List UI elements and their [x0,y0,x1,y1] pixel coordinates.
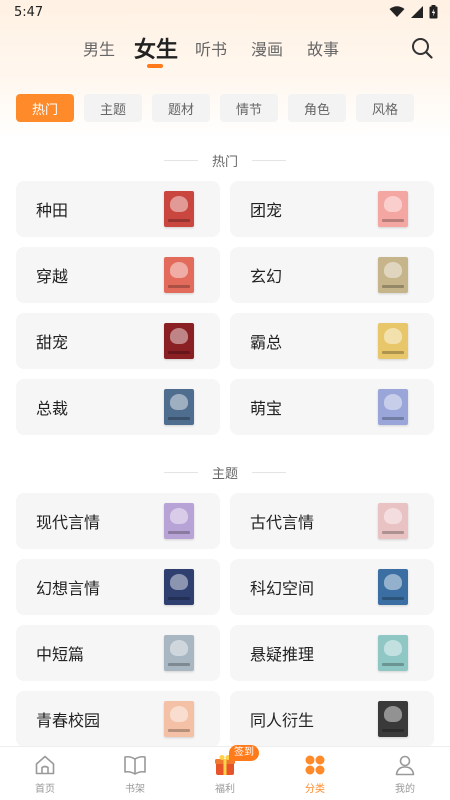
bottom-nav-bookshelf[interactable]: 书架 [105,753,165,797]
category-card[interactable]: 幻想言情 [16,559,220,615]
category-card[interactable]: 同人衍生 [230,691,434,747]
battery-icon [429,5,438,19]
category-label: 甜宠 [36,333,69,352]
status-time: 5:47 [14,4,44,20]
book-cover-thumbnail [378,635,408,671]
section-title-theme: 主题 [0,462,450,482]
book-cover-thumbnail [378,569,408,605]
bottom-nav-welfare[interactable]: 福利 签到 [195,745,259,797]
book-cover-thumbnail [164,323,194,359]
section-title-hot: 热门 [0,150,450,170]
category-card[interactable]: 霸总 [230,313,434,369]
category-grid-theme: 现代言情 古代言情 幻想言情 科幻空间 中短篇 悬疑推理 青春校园 同人衍生 [16,493,434,747]
book-cover-thumbnail [378,323,408,359]
filter-chip-role[interactable]: 角色 [288,94,346,122]
category-card[interactable]: 科幻空间 [230,559,434,615]
search-button[interactable] [410,36,434,60]
category-card[interactable]: 种田 [16,181,220,237]
active-tab-indicator [147,64,163,68]
category-label: 中短篇 [36,645,85,664]
category-card[interactable]: 穿越 [16,247,220,303]
category-label: 总裁 [36,399,69,418]
wifi-icon [389,6,405,17]
filter-chip-plot[interactable]: 情节 [220,94,278,122]
bottom-nav-profile[interactable]: 我的 [375,753,435,797]
category-card[interactable]: 青春校园 [16,691,220,747]
filter-chip-style[interactable]: 风格 [356,94,414,122]
category-card[interactable]: 总裁 [16,379,220,435]
category-card[interactable]: 中短篇 [16,625,220,681]
category-label: 团宠 [250,201,283,220]
bottom-nav-label: 首页 [35,784,55,795]
checkin-badge: 签到 [229,745,259,761]
book-cover-thumbnail [378,191,408,227]
bottom-nav-label: 福利 [215,784,235,795]
category-label: 古代言情 [250,513,315,532]
divider-line [163,159,198,161]
bottom-nav-label: 我的 [395,784,415,795]
tab-story[interactable]: 故事 [307,36,339,60]
filter-chip-theme[interactable]: 主题 [84,94,142,122]
category-grid-hot: 种田 团宠 穿越 玄幻 甜宠 霸总 总裁 萌宝 [16,181,434,435]
category-card[interactable]: 古代言情 [230,493,434,549]
filter-chip-subject[interactable]: 题材 [152,94,210,122]
bottom-nav: 首页 书架 福利 签到 分类 我的 [0,745,450,800]
category-label: 科幻空间 [250,579,315,598]
book-cover-thumbnail [378,503,408,539]
category-label: 玄幻 [250,267,283,286]
book-icon [123,753,147,777]
section-title-text: 主题 [211,466,238,482]
bottom-nav-category[interactable]: 分类 [285,753,345,797]
category-label: 青春校园 [36,711,101,730]
category-card[interactable]: 玄幻 [230,247,434,303]
divider-line [252,471,286,473]
tab-audiobook[interactable]: 听书 [195,36,227,60]
status-icons [389,5,438,19]
category-label: 同人衍生 [250,711,315,730]
category-label: 穿越 [36,267,69,286]
category-card[interactable]: 团宠 [230,181,434,237]
category-card[interactable]: 甜宠 [16,313,220,369]
category-label: 萌宝 [250,399,283,418]
book-cover-thumbnail [378,701,408,737]
divider-line [252,159,286,161]
category-label: 幻想言情 [36,579,101,598]
category-card[interactable]: 悬疑推理 [230,625,434,681]
filter-chip-hot[interactable]: 热门 [16,94,74,122]
category-label: 现代言情 [36,513,101,532]
home-icon [33,753,57,777]
book-cover-thumbnail [164,503,194,539]
section-title-text: 热门 [211,154,238,170]
search-icon [412,38,433,59]
tab-male[interactable]: 男生 [83,36,115,60]
book-cover-thumbnail [164,701,194,737]
book-cover-thumbnail [164,191,194,227]
book-cover-thumbnail [164,257,194,293]
status-bar: 5:47 [0,0,450,24]
tab-comic[interactable]: 漫画 [251,36,283,60]
signal-icon [411,6,423,18]
category-label: 种田 [36,201,69,220]
filter-chip-row: 热门 主题 题材 情节 角色 风格 [0,94,450,122]
tab-female[interactable]: 女生 [134,32,178,64]
bottom-nav-label: 书架 [125,784,145,795]
category-icon [303,753,327,777]
category-card[interactable]: 现代言情 [16,493,220,549]
book-cover-thumbnail [164,635,194,671]
category-label: 悬疑推理 [250,645,315,664]
book-cover-thumbnail [164,569,194,605]
bottom-nav-home[interactable]: 首页 [15,753,75,797]
category-card[interactable]: 萌宝 [230,379,434,435]
book-cover-thumbnail [378,257,408,293]
book-cover-thumbnail [378,389,408,425]
category-label: 霸总 [250,333,283,352]
bottom-nav-label: 分类 [305,784,325,795]
top-nav: 男生 女生 听书 漫画 故事 [0,28,450,72]
divider-line [163,471,198,473]
book-cover-thumbnail [164,389,194,425]
user-icon [393,753,417,777]
